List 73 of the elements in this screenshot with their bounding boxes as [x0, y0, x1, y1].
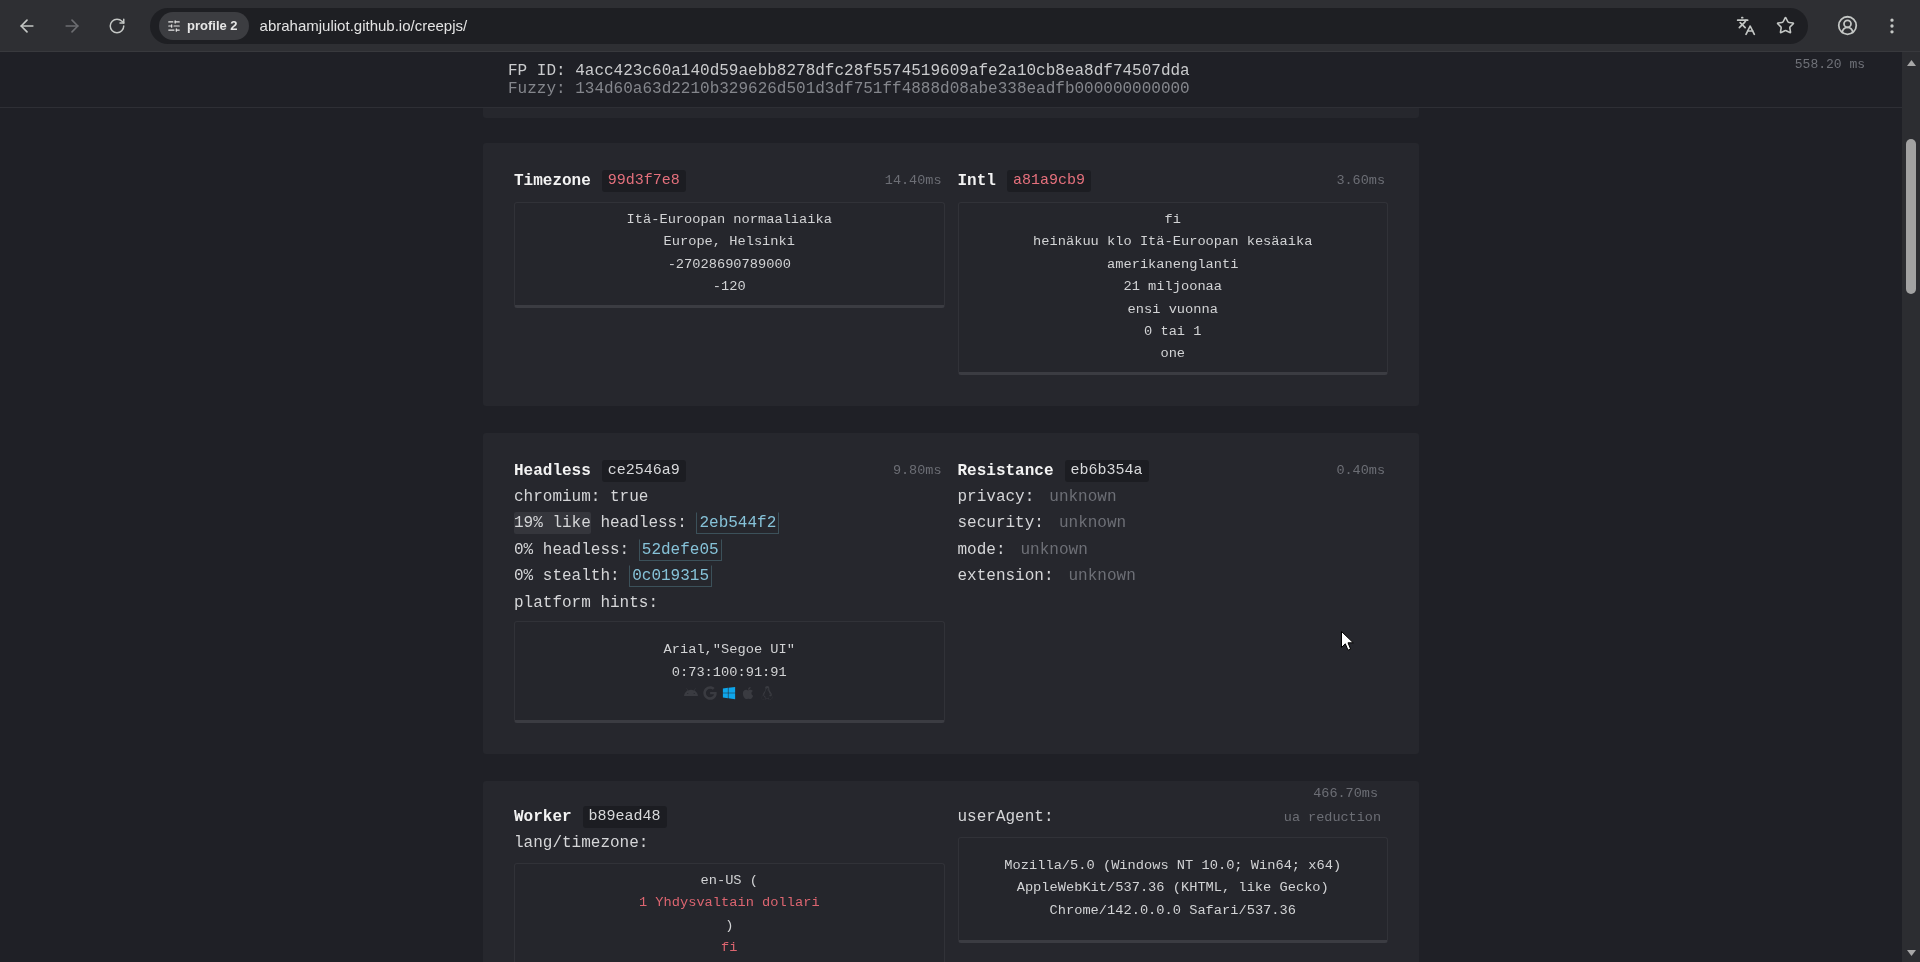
- sliders-icon: [167, 18, 181, 33]
- box-text: en-US (: [700, 873, 758, 888]
- field-value: unknown: [1068, 567, 1136, 586]
- label-text: stealth:: [542, 567, 620, 586]
- hash-badge: eb6b354a: [1064, 459, 1149, 482]
- section-title: Intl: [957, 172, 996, 190]
- mouse-pointer-icon: [1341, 631, 1354, 651]
- label-text: userAgent:: [957, 808, 1054, 826]
- profile-button[interactable]: profile 2: [159, 11, 249, 40]
- box-text: AppleWebKit/537.36 (KHTML, like Gecko): [1016, 880, 1329, 896]
- field-label: security:: [957, 514, 1044, 533]
- box-text: Mozilla/5.0 (Windows NT 10.0; Win64; x64): [1004, 858, 1342, 873]
- box-text: Itä-Euroopan normaaliaika: [626, 212, 832, 227]
- note-text: ua reduction: [1283, 809, 1382, 825]
- scroll-up-arrow-icon[interactable]: [1906, 60, 1916, 66]
- score-text: 0%: [514, 540, 534, 561]
- timing-text: 0.40ms: [1336, 462, 1386, 479]
- hash-badge: ce2546a9: [601, 459, 686, 482]
- section-title: Resistance: [957, 461, 1054, 480]
- box-text: fi: [1164, 212, 1181, 227]
- box-text: heinäkuu klo Itä-Euroopan kesäaika: [1033, 234, 1313, 250]
- field-value: unknown: [1020, 541, 1088, 559]
- field-label: mode:: [957, 541, 1006, 559]
- field-value: unknown: [1058, 514, 1127, 533]
- hash-link[interactable]: 0c019315: [629, 565, 712, 588]
- scroll-down-arrow-icon[interactable]: [1906, 950, 1916, 956]
- scrollbar[interactable]: [1902, 52, 1920, 962]
- box-text: Arial,"Segoe UI": [663, 642, 795, 658]
- box-text: 0:73:100:91:91: [671, 664, 787, 680]
- address-bar[interactable]: profile 2 abrahamjuliot.github.io/creepjs/: [150, 7, 1808, 44]
- box-text: -27028690789000: [667, 256, 791, 272]
- label-text: lang/timezone:: [514, 834, 649, 852]
- star-icon[interactable]: [1776, 16, 1795, 35]
- box-text: Chrome/142.0.0.0 Safari/537.36: [1049, 902, 1296, 918]
- fuzzy-hash-text: Fuzzy: 134d60a63d2210b329626d501d3df751ff4888d08abe338eadfb000000000000: [508, 80, 1190, 98]
- hash-badge: b89ead48: [582, 806, 667, 828]
- url-text: abrahamjuliot.github.io/creepjs/: [259, 17, 468, 34]
- field-label: privacy:: [957, 488, 1035, 506]
- box-text: 21 miljoonaa: [1123, 279, 1223, 295]
- section-title: Headless: [514, 461, 591, 480]
- hash-badge: 99d3f7e8: [601, 170, 686, 192]
- score-text: 19% like: [514, 512, 591, 535]
- box-text: amerikanenglanti: [1107, 256, 1239, 272]
- box-text: fi: [721, 940, 738, 956]
- box-text: Europe, Helsinki: [663, 234, 795, 250]
- box-text: one: [1160, 346, 1186, 362]
- status-text: platform hints:: [514, 594, 659, 612]
- timing-text: 558.20 ms: [1794, 58, 1865, 72]
- timing-text: 3.60ms: [1336, 173, 1386, 189]
- timing-text: 14.40ms: [884, 173, 943, 189]
- score-text: 0%: [514, 566, 534, 588]
- timing-text: 9.80ms: [892, 462, 943, 479]
- scrollbar-thumb[interactable]: [1906, 139, 1916, 294]
- field-label: extension:: [957, 567, 1054, 586]
- fingerprint-id-text: FP ID: 4acc423c60a140d59aebb8278dfc28f5574519609afe2a10cb8ea8df74507dda: [508, 62, 1190, 80]
- hash-badge: a81a9cb9: [1006, 170, 1091, 192]
- box-text: ensi vuonna: [1127, 301, 1218, 317]
- box-text: -120: [712, 279, 746, 295]
- section-title: Worker: [514, 808, 572, 826]
- label-text: headless:: [542, 541, 630, 559]
- box-text: ): [725, 917, 734, 933]
- user-circle-icon[interactable]: [1837, 15, 1858, 36]
- field-value: unknown: [1049, 488, 1117, 506]
- section-title: Timezone: [514, 172, 591, 190]
- status-text: chromium: true: [514, 488, 649, 506]
- label-text: headless:: [600, 514, 687, 533]
- box-text: 1 Yhdysvaltain dollari: [638, 895, 820, 911]
- reload-icon[interactable]: [108, 16, 126, 35]
- timing-text: 466.70ms: [1313, 786, 1379, 802]
- box-text: 0 tai 1: [1144, 323, 1202, 339]
- translate-icon[interactable]: [1736, 15, 1756, 36]
- hash-link[interactable]: 2eb544f2: [696, 512, 780, 535]
- hash-link[interactable]: 52defe05: [638, 539, 722, 561]
